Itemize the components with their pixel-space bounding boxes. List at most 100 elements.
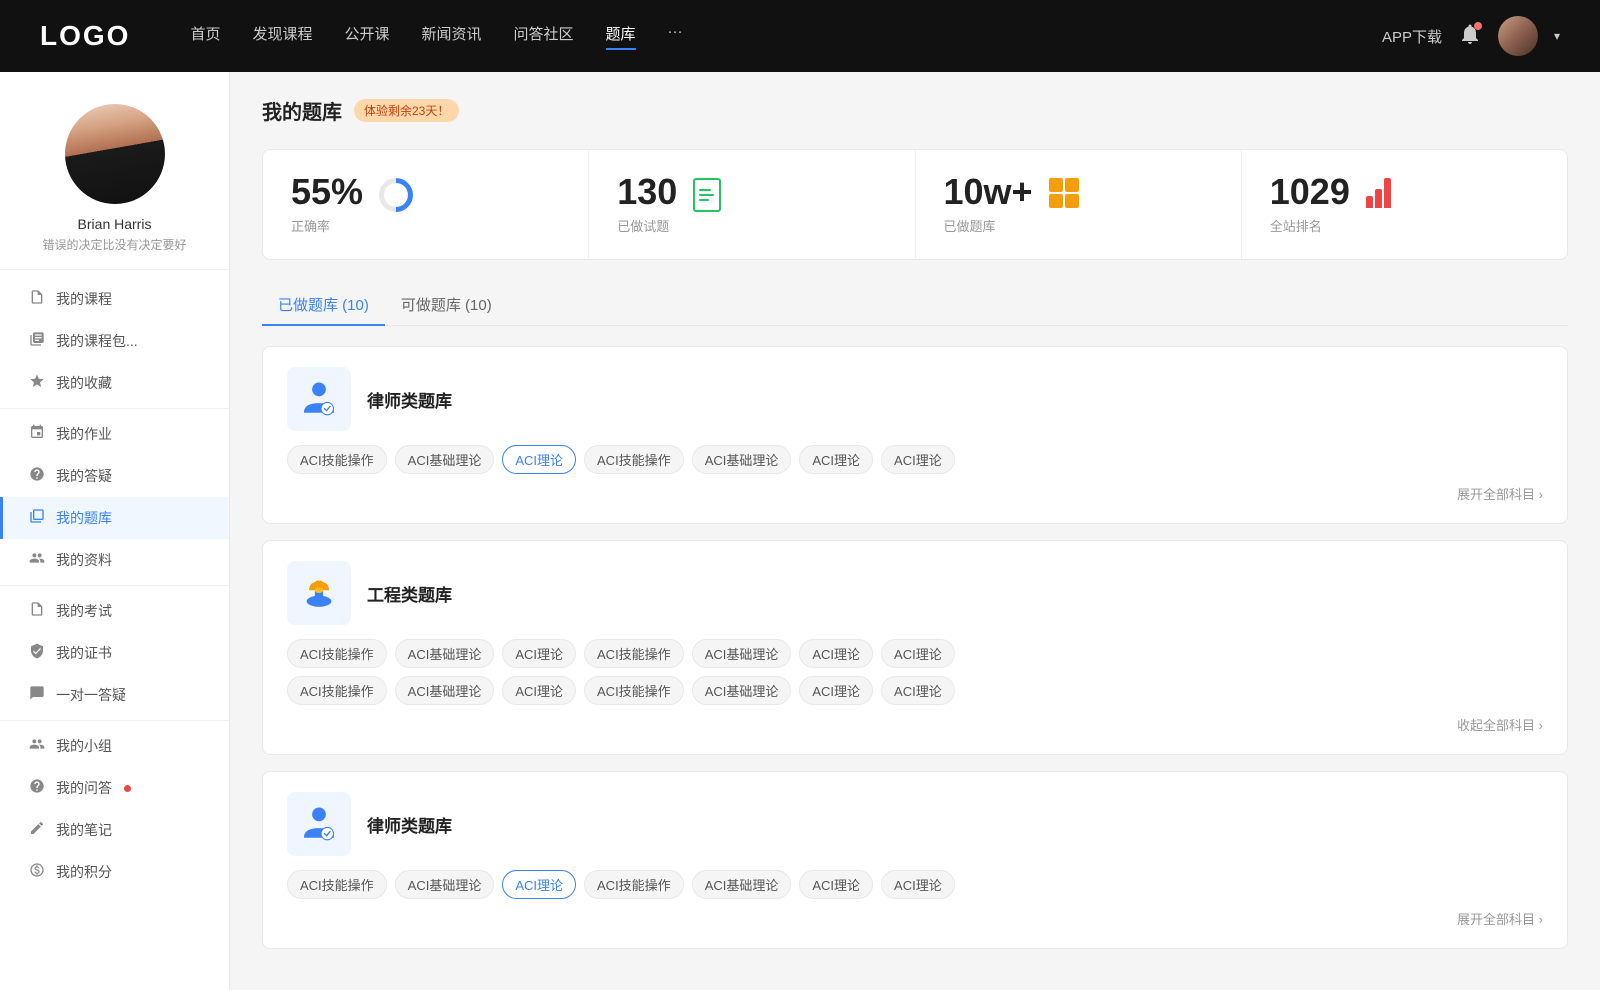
- bank-footer: 展开全部科目 ›: [287, 484, 1543, 503]
- bank-tag[interactable]: ACI技能操作: [584, 639, 684, 668]
- bank-tag[interactable]: ACI技能操作: [584, 445, 684, 474]
- profile-motto: 错误的决定比没有决定要好: [42, 236, 186, 253]
- bank-tag[interactable]: ACI理论: [881, 445, 955, 474]
- sidebar-item-exam[interactable]: 我的考试: [0, 590, 229, 632]
- bank-tag[interactable]: ACI技能操作: [584, 676, 684, 705]
- bank-tag-active[interactable]: ACI理论: [502, 445, 576, 474]
- bank-tag[interactable]: ACI理论: [502, 639, 576, 668]
- bank-card-header: 律师类题库: [287, 792, 1543, 856]
- sidebar: Brian Harris 错误的决定比没有决定要好 我的课程 我的课程包...: [0, 72, 230, 990]
- sidebar-label: 我的问答: [56, 778, 112, 798]
- nav-discover[interactable]: 发现课程: [252, 23, 312, 50]
- sidebar-label: 我的课程包...: [56, 331, 138, 351]
- bank-tag[interactable]: ACI技能操作: [584, 870, 684, 899]
- sidebar-label: 我的作业: [56, 424, 112, 444]
- expand-link-lawyer-1[interactable]: 展开全部科目 ›: [1457, 484, 1543, 503]
- sidebar-label: 我的小组: [56, 736, 112, 756]
- bank-tag[interactable]: ACI理论: [881, 639, 955, 668]
- nav-home[interactable]: 首页: [190, 23, 220, 50]
- bank-tag[interactable]: ACI技能操作: [287, 639, 387, 668]
- stat-done-banks: 10w+ 已做题库: [916, 150, 1242, 259]
- divider: [0, 585, 229, 586]
- bank-tag[interactable]: ACI技能操作: [287, 445, 387, 474]
- nav-opencourse[interactable]: 公开课: [344, 23, 389, 50]
- trial-badge: 体验剩余23天！: [354, 99, 459, 122]
- nav-more[interactable]: ···: [668, 23, 683, 50]
- sidebar-item-homework[interactable]: 我的作业: [0, 413, 229, 455]
- bank-tag[interactable]: ACI基础理论: [395, 676, 495, 705]
- bank-footer: 收起全部科目 ›: [287, 715, 1543, 734]
- stat-value-accuracy: 55%: [291, 174, 363, 210]
- sidebar-item-group[interactable]: 我的小组: [0, 725, 229, 767]
- sidebar-item-myqa[interactable]: 我的问答: [0, 767, 229, 809]
- sidebar-item-points[interactable]: 我的积分: [0, 851, 229, 893]
- bank-tags-lawyer-2: ACI技能操作 ACI基础理论 ACI理论 ACI技能操作 ACI基础理论 AC…: [287, 870, 1543, 899]
- bank-icon-lawyer: [287, 367, 351, 431]
- sidebar-item-profile[interactable]: 我的资料: [0, 539, 229, 581]
- done-questions-icon: [693, 178, 729, 214]
- app-download-button[interactable]: APP下载: [1382, 26, 1442, 47]
- bank-icon: [28, 508, 46, 528]
- bank-tag[interactable]: ACI基础理论: [692, 870, 792, 899]
- bank-tag[interactable]: ACI理论: [881, 676, 955, 705]
- collapse-link-engineering[interactable]: 收起全部科目 ›: [1457, 715, 1543, 734]
- bank-tag[interactable]: ACI基础理论: [692, 639, 792, 668]
- sidebar-label: 我的证书: [56, 643, 112, 663]
- sidebar-item-course-pkg[interactable]: 我的课程包...: [0, 320, 229, 362]
- bank-card-header: 工程类题库: [287, 561, 1543, 625]
- bank-tag[interactable]: ACI理论: [799, 870, 873, 899]
- sidebar-item-cert[interactable]: 我的证书: [0, 632, 229, 674]
- expand-link-lawyer-2[interactable]: 展开全部科目 ›: [1457, 909, 1543, 928]
- profile-name: Brian Harris: [78, 216, 152, 232]
- bank-tags-row2: ACI技能操作 ACI基础理论 ACI理论 ACI技能操作 ACI基础理论 AC…: [287, 676, 1543, 705]
- bank-tag[interactable]: ACI理论: [799, 639, 873, 668]
- stat-value-banks: 10w+: [944, 174, 1033, 210]
- bank-tag[interactable]: ACI理论: [799, 676, 873, 705]
- stat-text: 55% 正确率: [291, 174, 363, 235]
- bank-tag[interactable]: ACI理论: [881, 870, 955, 899]
- bank-tag[interactable]: ACI理论: [799, 445, 873, 474]
- sidebar-label: 我的考试: [56, 601, 112, 621]
- bank-tag[interactable]: ACI技能操作: [287, 676, 387, 705]
- bank-footer: 展开全部科目 ›: [287, 909, 1543, 928]
- sidebar-label: 我的积分: [56, 862, 112, 882]
- sidebar-item-bank[interactable]: 我的题库: [0, 497, 229, 539]
- stat-done-questions: 130 已做试题: [589, 150, 915, 259]
- bank-tag[interactable]: ACI基础理论: [395, 870, 495, 899]
- bank-tag[interactable]: ACI基础理论: [395, 445, 495, 474]
- nav-bank[interactable]: 题库: [606, 23, 636, 50]
- profile-avatar: [65, 104, 165, 204]
- nav-right: APP下载 ▾: [1382, 16, 1560, 56]
- myqa-icon: [28, 778, 46, 798]
- bank-tag[interactable]: ACI技能操作: [287, 870, 387, 899]
- bank-tag-active[interactable]: ACI理论: [502, 870, 576, 899]
- stat-label-accuracy: 正确率: [291, 216, 363, 235]
- bank-tag[interactable]: ACI基础理论: [692, 676, 792, 705]
- bank-icon-engineering: [287, 561, 351, 625]
- sidebar-item-course[interactable]: 我的课程: [0, 278, 229, 320]
- tab-available-banks[interactable]: 可做题库 (10): [385, 284, 508, 325]
- tab-done-banks[interactable]: 已做题库 (10): [262, 284, 385, 325]
- sidebar-item-favorites[interactable]: 我的收藏: [0, 362, 229, 404]
- bank-tag[interactable]: ACI基础理论: [692, 445, 792, 474]
- stat-label-rank: 全站排名: [1270, 216, 1350, 235]
- navbar: LOGO 首页 发现课程 公开课 新闻资讯 问答社区 题库 ··· APP下载 …: [0, 0, 1600, 72]
- sidebar-menu: 我的课程 我的课程包... 我的收藏 我的作业: [0, 270, 229, 901]
- avatar[interactable]: [1498, 16, 1538, 56]
- sidebar-item-1on1[interactable]: 一对一答疑: [0, 674, 229, 716]
- notification-bell[interactable]: [1458, 22, 1482, 51]
- sidebar-item-notes[interactable]: 我的笔记: [0, 809, 229, 851]
- bank-tag[interactable]: ACI基础理论: [395, 639, 495, 668]
- sidebar-item-qa[interactable]: 我的答疑: [0, 455, 229, 497]
- bank-title-lawyer-1: 律师类题库: [367, 387, 452, 412]
- sidebar-label: 我的题库: [56, 508, 112, 528]
- nav-qa[interactable]: 问答社区: [514, 23, 574, 50]
- nav-news[interactable]: 新闻资讯: [422, 23, 482, 50]
- avatar-chevron-icon[interactable]: ▾: [1554, 29, 1560, 43]
- stat-text: 10w+ 已做题库: [944, 174, 1033, 235]
- sidebar-label: 我的课程: [56, 289, 112, 309]
- stat-value-rank: 1029: [1270, 174, 1350, 210]
- tabs: 已做题库 (10) 可做题库 (10): [262, 284, 1568, 326]
- bank-tag[interactable]: ACI理论: [502, 676, 576, 705]
- stat-text: 130 已做试题: [617, 174, 677, 235]
